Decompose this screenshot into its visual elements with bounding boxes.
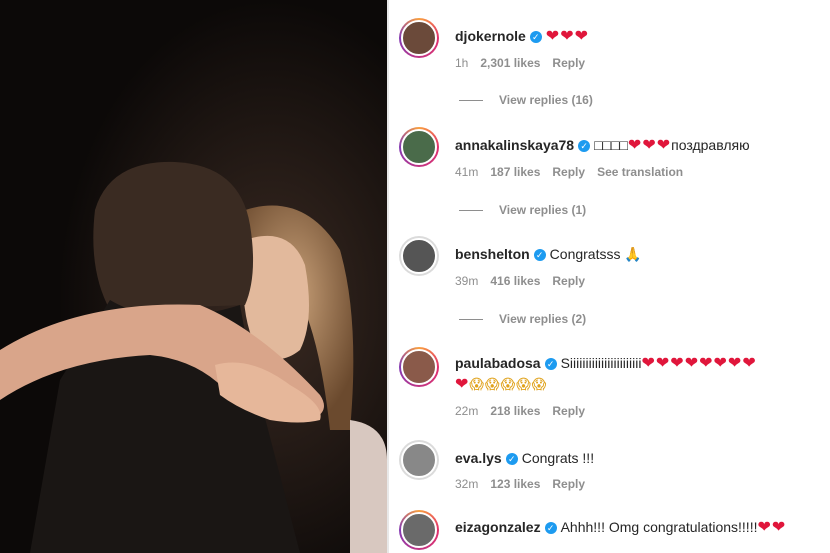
reply-button[interactable]: Reply xyxy=(552,165,585,179)
comment-username[interactable]: eva.lys xyxy=(455,450,502,466)
comments-panel: djokernole ✓ ❤❤❤ 1h 2,301 likes Reply View r… xyxy=(389,0,830,553)
comment-text: Congratsss xyxy=(549,246,621,262)
heart-emoji: ❤❤❤ xyxy=(545,28,590,45)
heart-emoji: ❤ xyxy=(455,376,470,393)
heart-emoji: ❤❤❤❤❤❤❤❤ xyxy=(641,355,757,372)
reply-button[interactable]: Reply xyxy=(552,56,585,70)
couple-embrace-image xyxy=(0,0,387,553)
post-photo xyxy=(0,0,387,553)
comment-text-after: поздравляю xyxy=(671,137,750,153)
verified-badge-icon: ✓ xyxy=(533,249,546,261)
verified-badge-icon: ✓ xyxy=(505,453,518,465)
comment-likes[interactable]: 218 likes xyxy=(490,404,540,418)
avatar[interactable] xyxy=(399,236,439,276)
comment-text: Ahhh!!! Omg congratulations!!!!! xyxy=(560,519,758,535)
comment-username[interactable]: eizagonzalez xyxy=(455,519,541,535)
see-translation-button[interactable]: See translation xyxy=(597,165,683,179)
avatar-image xyxy=(401,512,437,548)
scream-emoji: 😱😱😱😱😱 xyxy=(469,376,548,392)
comment-likes[interactable]: 187 likes xyxy=(490,165,540,179)
comment-time: 32m xyxy=(455,477,479,491)
comment-time: 1h xyxy=(455,56,469,70)
avatar-image xyxy=(401,129,437,165)
dash-line xyxy=(459,100,483,102)
avatar-image xyxy=(401,349,437,385)
view-replies-label: View replies (16) xyxy=(499,93,593,107)
view-replies-label: View replies (1) xyxy=(499,203,587,217)
view-replies-button[interactable]: View replies (16) xyxy=(459,93,593,107)
dash-line xyxy=(459,319,483,321)
avatar-image xyxy=(401,442,437,478)
verified-badge-icon: ✓ xyxy=(544,358,557,370)
avatar-image xyxy=(401,238,437,274)
comment-username[interactable]: benshelton xyxy=(455,246,530,262)
comment-time: 22m xyxy=(455,404,479,418)
verified-badge-icon: ✓ xyxy=(544,522,557,534)
comment-text: Congrats !!! xyxy=(521,450,595,466)
heart-emoji: ❤❤❤ xyxy=(627,137,672,154)
comment-likes[interactable]: 123 likes xyxy=(490,477,540,491)
avatar[interactable] xyxy=(399,127,439,167)
reply-button[interactable]: Reply xyxy=(552,404,585,418)
verified-badge-icon: ✓ xyxy=(578,140,591,152)
avatar[interactable] xyxy=(399,18,439,58)
avatar[interactable] xyxy=(399,347,439,387)
comment-time: 39m xyxy=(455,274,479,288)
comment-time: 41m xyxy=(455,165,479,179)
comment-username[interactable]: annakalinskaya78 xyxy=(455,137,574,153)
reply-button[interactable]: Reply xyxy=(552,274,585,288)
avatar-image xyxy=(401,20,437,56)
heart-emoji: ❤❤ xyxy=(757,519,787,536)
dash-line xyxy=(459,210,483,212)
reply-button[interactable]: Reply xyxy=(552,477,585,491)
view-replies-button[interactable]: View replies (1) xyxy=(459,203,586,217)
comment-text: Siiiiiiiiiiiiiiiiiiiiiii xyxy=(560,355,642,371)
comment-username[interactable]: djokernole xyxy=(455,28,526,44)
comment-text: □□□□ xyxy=(594,137,628,153)
praying-hands-emoji: 🙏 xyxy=(624,246,642,262)
verified-badge-icon: ✓ xyxy=(529,31,542,43)
view-replies-label: View replies (2) xyxy=(499,312,587,326)
comment-username[interactable]: paulabadosa xyxy=(455,355,541,371)
comment-likes[interactable]: 2,301 likes xyxy=(480,56,540,70)
avatar[interactable] xyxy=(399,440,439,480)
view-replies-button[interactable]: View replies (2) xyxy=(459,312,586,326)
avatar[interactable] xyxy=(399,510,439,550)
comment-likes[interactable]: 416 likes xyxy=(490,274,540,288)
